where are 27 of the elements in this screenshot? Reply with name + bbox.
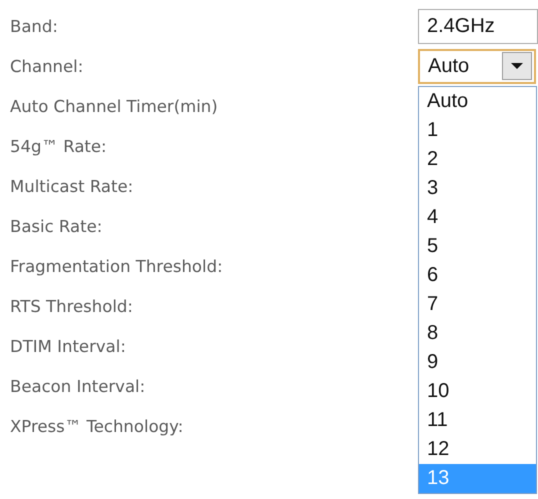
field-label: Auto Channel Timer(min) (10, 96, 218, 116)
field-label: Fragmentation Threshold: (10, 256, 223, 276)
dropdown-option[interactable]: Auto (419, 86, 536, 116)
dropdown-option[interactable]: 10 (419, 376, 536, 406)
dropdown-option[interactable]: 8 (419, 318, 536, 348)
dropdown-option[interactable]: 12 (419, 434, 536, 464)
dropdown-option[interactable]: 4 (419, 202, 536, 232)
field-label: Basic Rate: (10, 216, 102, 236)
field-label: XPress™ Technology: (10, 416, 184, 436)
caret-icon[interactable] (502, 52, 532, 80)
field-label: DTIM Interval: (10, 336, 126, 356)
dropdown-option[interactable]: 1 (419, 116, 536, 144)
field-label: RTS Threshold: (10, 296, 133, 316)
dropdown-option[interactable]: 3 (419, 174, 536, 202)
band-select[interactable]: 2.4GHz (418, 8, 538, 44)
channel-select[interactable]: Auto (418, 48, 536, 84)
field-label: Beacon Interval: (10, 376, 146, 396)
field-label: Multicast Rate: (10, 176, 134, 196)
field-label: 54g™ Rate: (10, 136, 107, 156)
dropdown-option[interactable]: 11 (419, 406, 536, 434)
dropdown-option[interactable]: 2 (419, 144, 536, 174)
field-label: Channel: (10, 56, 84, 76)
dropdown-option[interactable]: 7 (419, 290, 536, 318)
dropdown-option[interactable]: 9 (419, 348, 536, 376)
field-label: Band: (10, 16, 58, 36)
dropdown-option[interactable]: 5 (419, 232, 536, 260)
dropdown-option[interactable]: 6 (419, 260, 536, 290)
